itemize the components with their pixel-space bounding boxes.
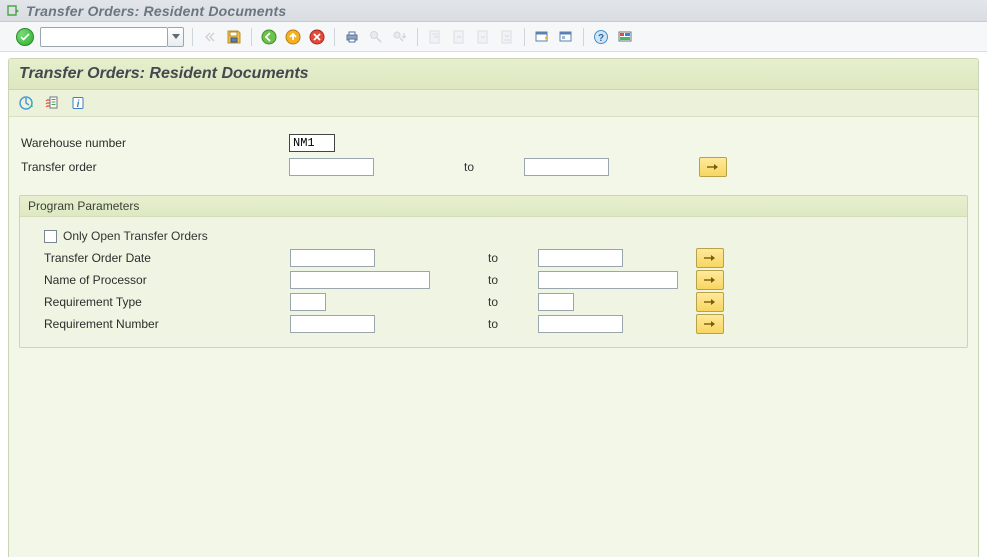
to-label: to <box>464 160 524 174</box>
to-label: to <box>488 317 538 331</box>
row-warehouse-number: Warehouse number <box>19 131 968 155</box>
separator <box>251 28 252 46</box>
req_num-label: Requirement Number <box>30 317 290 331</box>
transfer-order-low-input[interactable] <box>289 158 374 176</box>
to_date-low-input[interactable] <box>290 249 375 267</box>
row-transfer-order: Transfer order to <box>19 155 968 179</box>
command-dropdown[interactable] <box>168 27 184 47</box>
selection-screen: Warehouse number Transfer order to Progr… <box>9 117 978 557</box>
page-panel: Transfer Orders: Resident Documents i Wa… <box>8 58 979 557</box>
row-req_num: Requirement Number to <box>30 313 957 335</box>
window-titlebar: Transfer Orders: Resident Documents <box>0 0 987 22</box>
separator <box>334 28 335 46</box>
page-title: Transfer Orders: Resident Documents <box>19 65 968 83</box>
to-label: to <box>488 273 538 287</box>
only-open-checkbox[interactable] <box>44 230 57 243</box>
standard-toolbar: ? <box>0 22 987 52</box>
menu-icon[interactable] <box>6 4 20 18</box>
page-header: Transfer Orders: Resident Documents <box>9 59 978 90</box>
row-processor: Name of Processor to <box>30 269 957 291</box>
nav-exit-icon[interactable] <box>284 28 302 46</box>
transfer-order-high-input[interactable] <box>524 158 609 176</box>
row-to_date: Transfer Order Date to <box>30 247 957 269</box>
req_type-low-input[interactable] <box>290 293 326 311</box>
req_type-multiple-selection-button[interactable] <box>696 292 724 312</box>
page-first-icon <box>426 28 444 46</box>
to_date-high-input[interactable] <box>538 249 623 267</box>
application-toolbar: i <box>9 90 978 117</box>
svg-text:i: i <box>77 99 80 110</box>
req_num-multiple-selection-button[interactable] <box>696 314 724 334</box>
row-only-open: Only Open Transfer Orders <box>30 225 957 247</box>
new-session-icon[interactable] <box>533 28 551 46</box>
nav-back-icon[interactable] <box>260 28 278 46</box>
req_num-low-input[interactable] <box>290 315 375 333</box>
multiple-selection-button[interactable] <box>699 157 727 177</box>
find-next-icon <box>391 28 409 46</box>
back-chevrons-icon <box>201 28 219 46</box>
get-variant-icon[interactable] <box>43 94 61 112</box>
req_type-high-input[interactable] <box>538 293 574 311</box>
save-icon[interactable] <box>225 28 243 46</box>
processor-high-input[interactable] <box>538 271 678 289</box>
help-icon[interactable]: ? <box>592 28 610 46</box>
separator <box>192 28 193 46</box>
warehouse-number-input[interactable] <box>289 134 335 152</box>
command-field[interactable] <box>40 27 168 47</box>
row-req_type: Requirement Type to <box>30 291 957 313</box>
print-icon[interactable] <box>343 28 361 46</box>
svg-text:?: ? <box>598 33 604 44</box>
find-icon <box>367 28 385 46</box>
execute-icon[interactable] <box>17 94 35 112</box>
program-parameters-title: Program Parameters <box>20 196 967 217</box>
to_date-multiple-selection-button[interactable] <box>696 248 724 268</box>
enter-button[interactable] <box>16 28 34 46</box>
info-icon[interactable]: i <box>69 94 87 112</box>
separator <box>583 28 584 46</box>
processor-low-input[interactable] <box>290 271 430 289</box>
page-prev-icon <box>450 28 468 46</box>
customize-icon[interactable] <box>616 28 634 46</box>
page-next-icon <box>474 28 492 46</box>
program-parameters-body: Only Open Transfer Orders Transfer Order… <box>20 217 967 347</box>
program-parameters-group: Program Parameters Only Open Transfer Or… <box>19 195 968 348</box>
processor-multiple-selection-button[interactable] <box>696 270 724 290</box>
layout-icon[interactable] <box>557 28 575 46</box>
to-label: to <box>488 295 538 309</box>
chevron-down-icon <box>172 34 180 39</box>
nav-cancel-icon[interactable] <box>308 28 326 46</box>
separator <box>524 28 525 46</box>
processor-label: Name of Processor <box>30 273 290 287</box>
req_type-label: Requirement Type <box>30 295 290 309</box>
to-label: to <box>488 251 538 265</box>
page-wrap: Transfer Orders: Resident Documents i Wa… <box>0 52 987 557</box>
req_num-high-input[interactable] <box>538 315 623 333</box>
only-open-label: Only Open Transfer Orders <box>63 229 208 243</box>
warehouse-number-label: Warehouse number <box>19 136 289 150</box>
transfer-order-label: Transfer order <box>19 160 289 174</box>
window-title: Transfer Orders: Resident Documents <box>26 3 286 19</box>
to_date-label: Transfer Order Date <box>30 251 290 265</box>
separator <box>417 28 418 46</box>
page-last-icon <box>498 28 516 46</box>
